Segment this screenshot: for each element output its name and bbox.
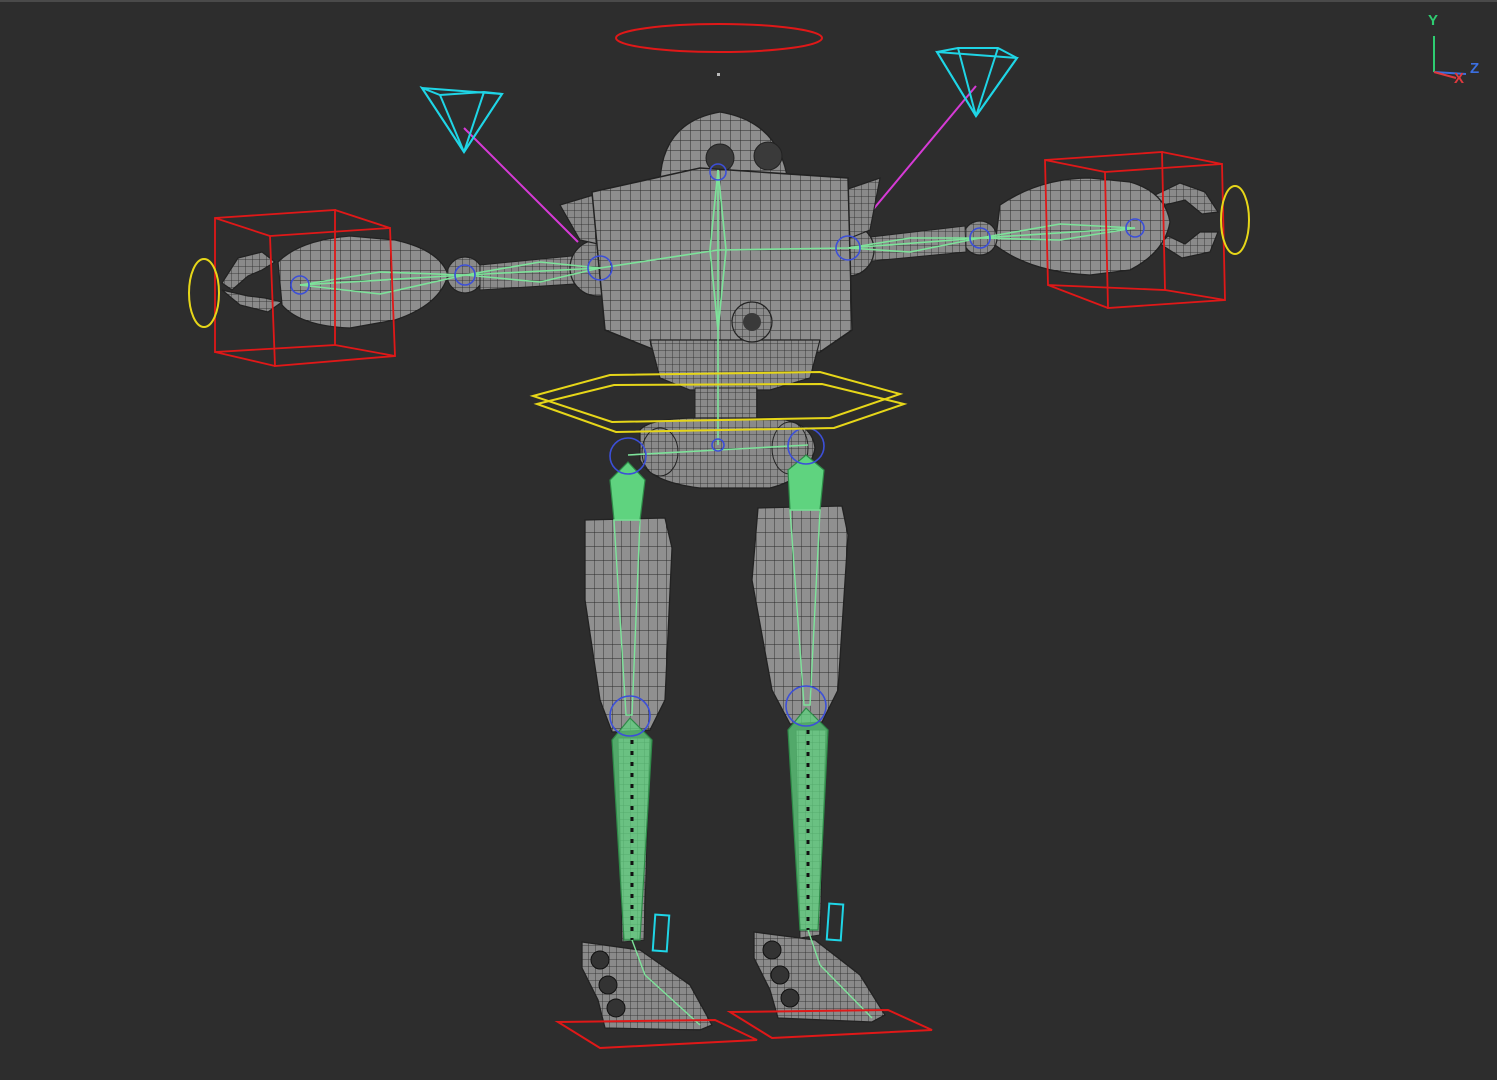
- right-elbow-target-cone[interactable]: [935, 47, 1019, 118]
- right-heel-target[interactable]: [825, 902, 845, 942]
- leg-bone-lower-right[interactable]: [787, 707, 829, 931]
- view-axis-gizmo[interactable]: Y Z X: [1420, 12, 1490, 92]
- left-pole-line: [463, 127, 579, 243]
- left-arm-mesh[interactable]: [221, 235, 627, 329]
- torso-mesh[interactable]: [559, 111, 881, 489]
- right-pole-line: [865, 85, 977, 219]
- right-arm-mesh[interactable]: [821, 177, 1220, 277]
- 3d-viewport[interactable]: Y Z X: [0, 0, 1497, 1080]
- head-halo-control[interactable]: [615, 23, 823, 53]
- left-heel-target[interactable]: [651, 913, 671, 953]
- axis-y-label: Y: [1428, 12, 1439, 29]
- right-wrist-ring-control[interactable]: [1220, 185, 1250, 255]
- leg-bone-lower-left[interactable]: [611, 717, 653, 941]
- halo-pivot-dot: [717, 73, 720, 76]
- axis-z-label: Z: [1470, 60, 1480, 77]
- axis-x-label: X: [1454, 70, 1465, 87]
- left-elbow-target-cone[interactable]: [419, 85, 504, 154]
- robot-rig-scene[interactable]: [0, 0, 1497, 1080]
